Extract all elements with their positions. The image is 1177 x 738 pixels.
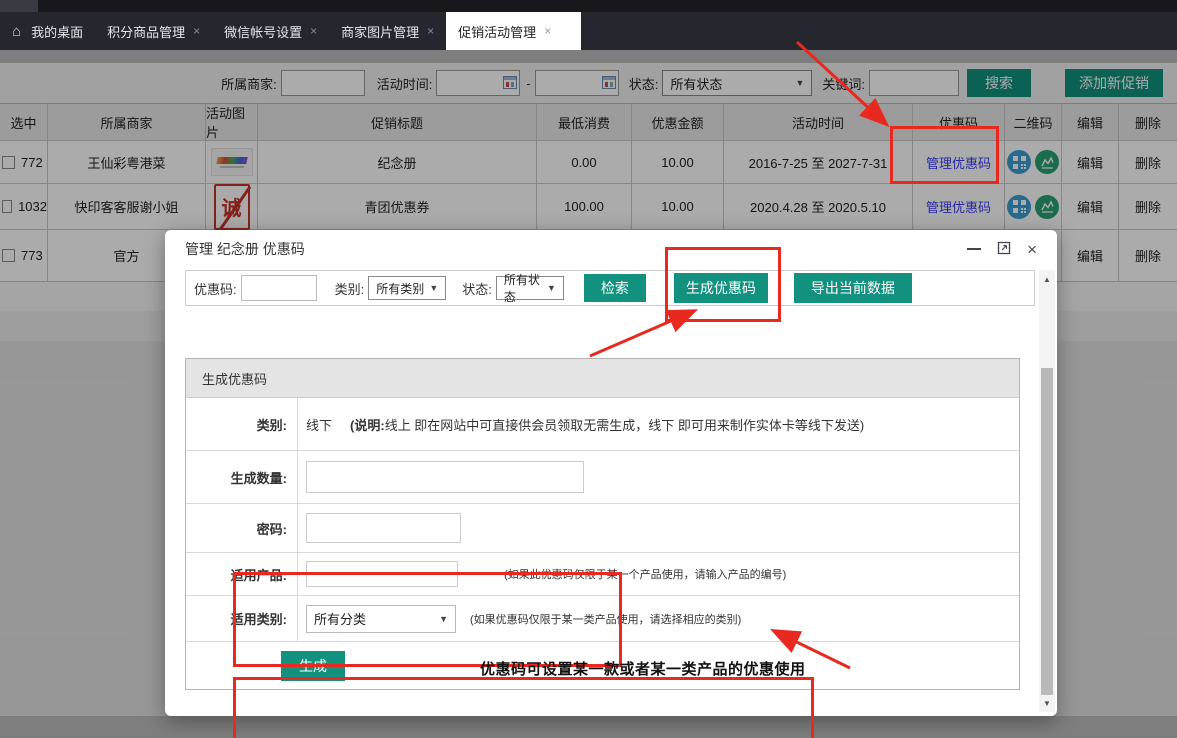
category-label: 类别: [186, 398, 298, 450]
coupon-filter-row: 优惠码: 类别: 所有类别 ▼ 状态: 所有状态 ▼ 检索 生成优惠码 导出当前… [185, 270, 1035, 306]
close-icon[interactable]: × [544, 24, 551, 38]
category-note: 线上 即在网站中可直接供会员领取无需生成，线下 即可用来制作实体卡等线下发送) [385, 415, 865, 434]
tab-label: 积分商品管理 [107, 22, 185, 41]
tab-merchant-images[interactable]: 商家图片管理 × [329, 12, 446, 50]
chevron-down-icon: ▼ [547, 283, 556, 293]
close-icon[interactable]: × [1027, 241, 1037, 258]
coupon-manage-dialog: 管理 纪念册 优惠码 × 优惠码: 类别: 所有类别 ▼ 状态: 所有状态 ▼ [165, 230, 1057, 716]
form-row-apply-category: 适用类别: 所有分类 ▼ (如果优惠码仅限于某一类产品使用，请选择相应的类别) [186, 596, 1019, 642]
quantity-input[interactable] [306, 461, 584, 493]
apply-category-label: 适用类别: [186, 596, 298, 641]
tab-label: 促销活动管理 [458, 22, 536, 41]
screen: ⌂ 我的桌面 积分商品管理 × 微信帐号设置 × 商家图片管理 × 促销活动管理… [0, 0, 1177, 738]
product-hint: (如果此优惠码仅限于某一个产品使用，请输入产品的编号) [504, 566, 786, 582]
category-value: 线下 [306, 415, 332, 434]
close-icon[interactable]: × [310, 24, 317, 38]
scroll-up-icon[interactable]: ▲ [1039, 272, 1055, 286]
password-label: 密码: [186, 504, 298, 552]
coupon-code-input[interactable] [241, 275, 317, 301]
product-input[interactable] [306, 561, 458, 587]
dialog-title-bar: 管理 纪念册 优惠码 × [165, 230, 1057, 268]
close-icon[interactable]: × [427, 24, 434, 38]
scroll-down-icon[interactable]: ▼ [1039, 696, 1055, 710]
tab-bar: ⌂ 我的桌面 积分商品管理 × 微信帐号设置 × 商家图片管理 × 促销活动管理… [0, 12, 1177, 50]
close-icon[interactable]: × [193, 24, 200, 38]
generate-coupon-section: 生成优惠码 类别: 线下 (说明: 线上 即在网站中可直接供会员领取无需生成，线… [185, 358, 1020, 690]
product-label: 适用产品: [186, 553, 298, 595]
quantity-label: 生成数量: [186, 451, 298, 503]
generate-submit-button[interactable]: 生成 [281, 651, 345, 681]
coupon-search-button[interactable]: 检索 [584, 274, 646, 302]
home-icon: ⌂ [12, 23, 21, 40]
coupon-category-label: 类别: [335, 279, 365, 298]
apply-category-hint: (如果优惠码仅限于某一类产品使用，请选择相应的类别) [470, 611, 741, 627]
dialog-title: 管理 纪念册 优惠码 [185, 239, 305, 259]
form-row-password: 密码: [186, 504, 1019, 553]
form-row-product: 适用产品: (如果此优惠码仅限于某一个产品使用，请输入产品的编号) [186, 553, 1019, 596]
tab-label: 我的桌面 [31, 22, 83, 41]
minimize-icon[interactable] [967, 248, 981, 250]
app-logo [0, 0, 38, 12]
tab-label: 商家图片管理 [341, 22, 419, 41]
tab-promotions[interactable]: 促销活动管理 × [446, 12, 581, 50]
category-note-bold: (说明: [350, 415, 385, 434]
coupon-status-select[interactable]: 所有状态 ▼ [496, 276, 564, 300]
dialog-controls: × [967, 241, 1037, 258]
form-row-category: 类别: 线下 (说明: 线上 即在网站中可直接供会员领取无需生成，线下 即可用来… [186, 398, 1019, 451]
coupon-category-select[interactable]: 所有类别 ▼ [368, 276, 446, 300]
export-data-button[interactable]: 导出当前数据 [794, 273, 912, 303]
generate-coupon-wrap: 生成优惠码 [674, 273, 768, 303]
tab-my-desktop[interactable]: ⌂ 我的桌面 [0, 12, 95, 50]
tab-label: 微信帐号设置 [224, 22, 302, 41]
tab-wechat-account[interactable]: 微信帐号设置 × [212, 12, 329, 50]
password-input[interactable] [306, 513, 461, 543]
chevron-down-icon: ▼ [439, 614, 448, 624]
scrollbar-thumb[interactable] [1041, 368, 1053, 695]
tab-points-product[interactable]: 积分商品管理 × [95, 12, 212, 50]
form-row-submit: 生成 [186, 642, 1019, 689]
coupon-code-label: 优惠码: [194, 279, 237, 298]
section-title: 生成优惠码 [186, 359, 1019, 398]
form-row-quantity: 生成数量: [186, 451, 1019, 504]
generate-coupon-button[interactable]: 生成优惠码 [674, 273, 768, 303]
chevron-down-icon: ▼ [429, 283, 438, 293]
window-top-strip [0, 0, 1177, 12]
dialog-scrollbar[interactable]: ▲ ▼ [1039, 270, 1055, 712]
maximize-icon[interactable] [997, 241, 1011, 258]
coupon-status-label: 状态: [462, 279, 492, 298]
apply-category-select[interactable]: 所有分类 ▼ [306, 605, 456, 633]
